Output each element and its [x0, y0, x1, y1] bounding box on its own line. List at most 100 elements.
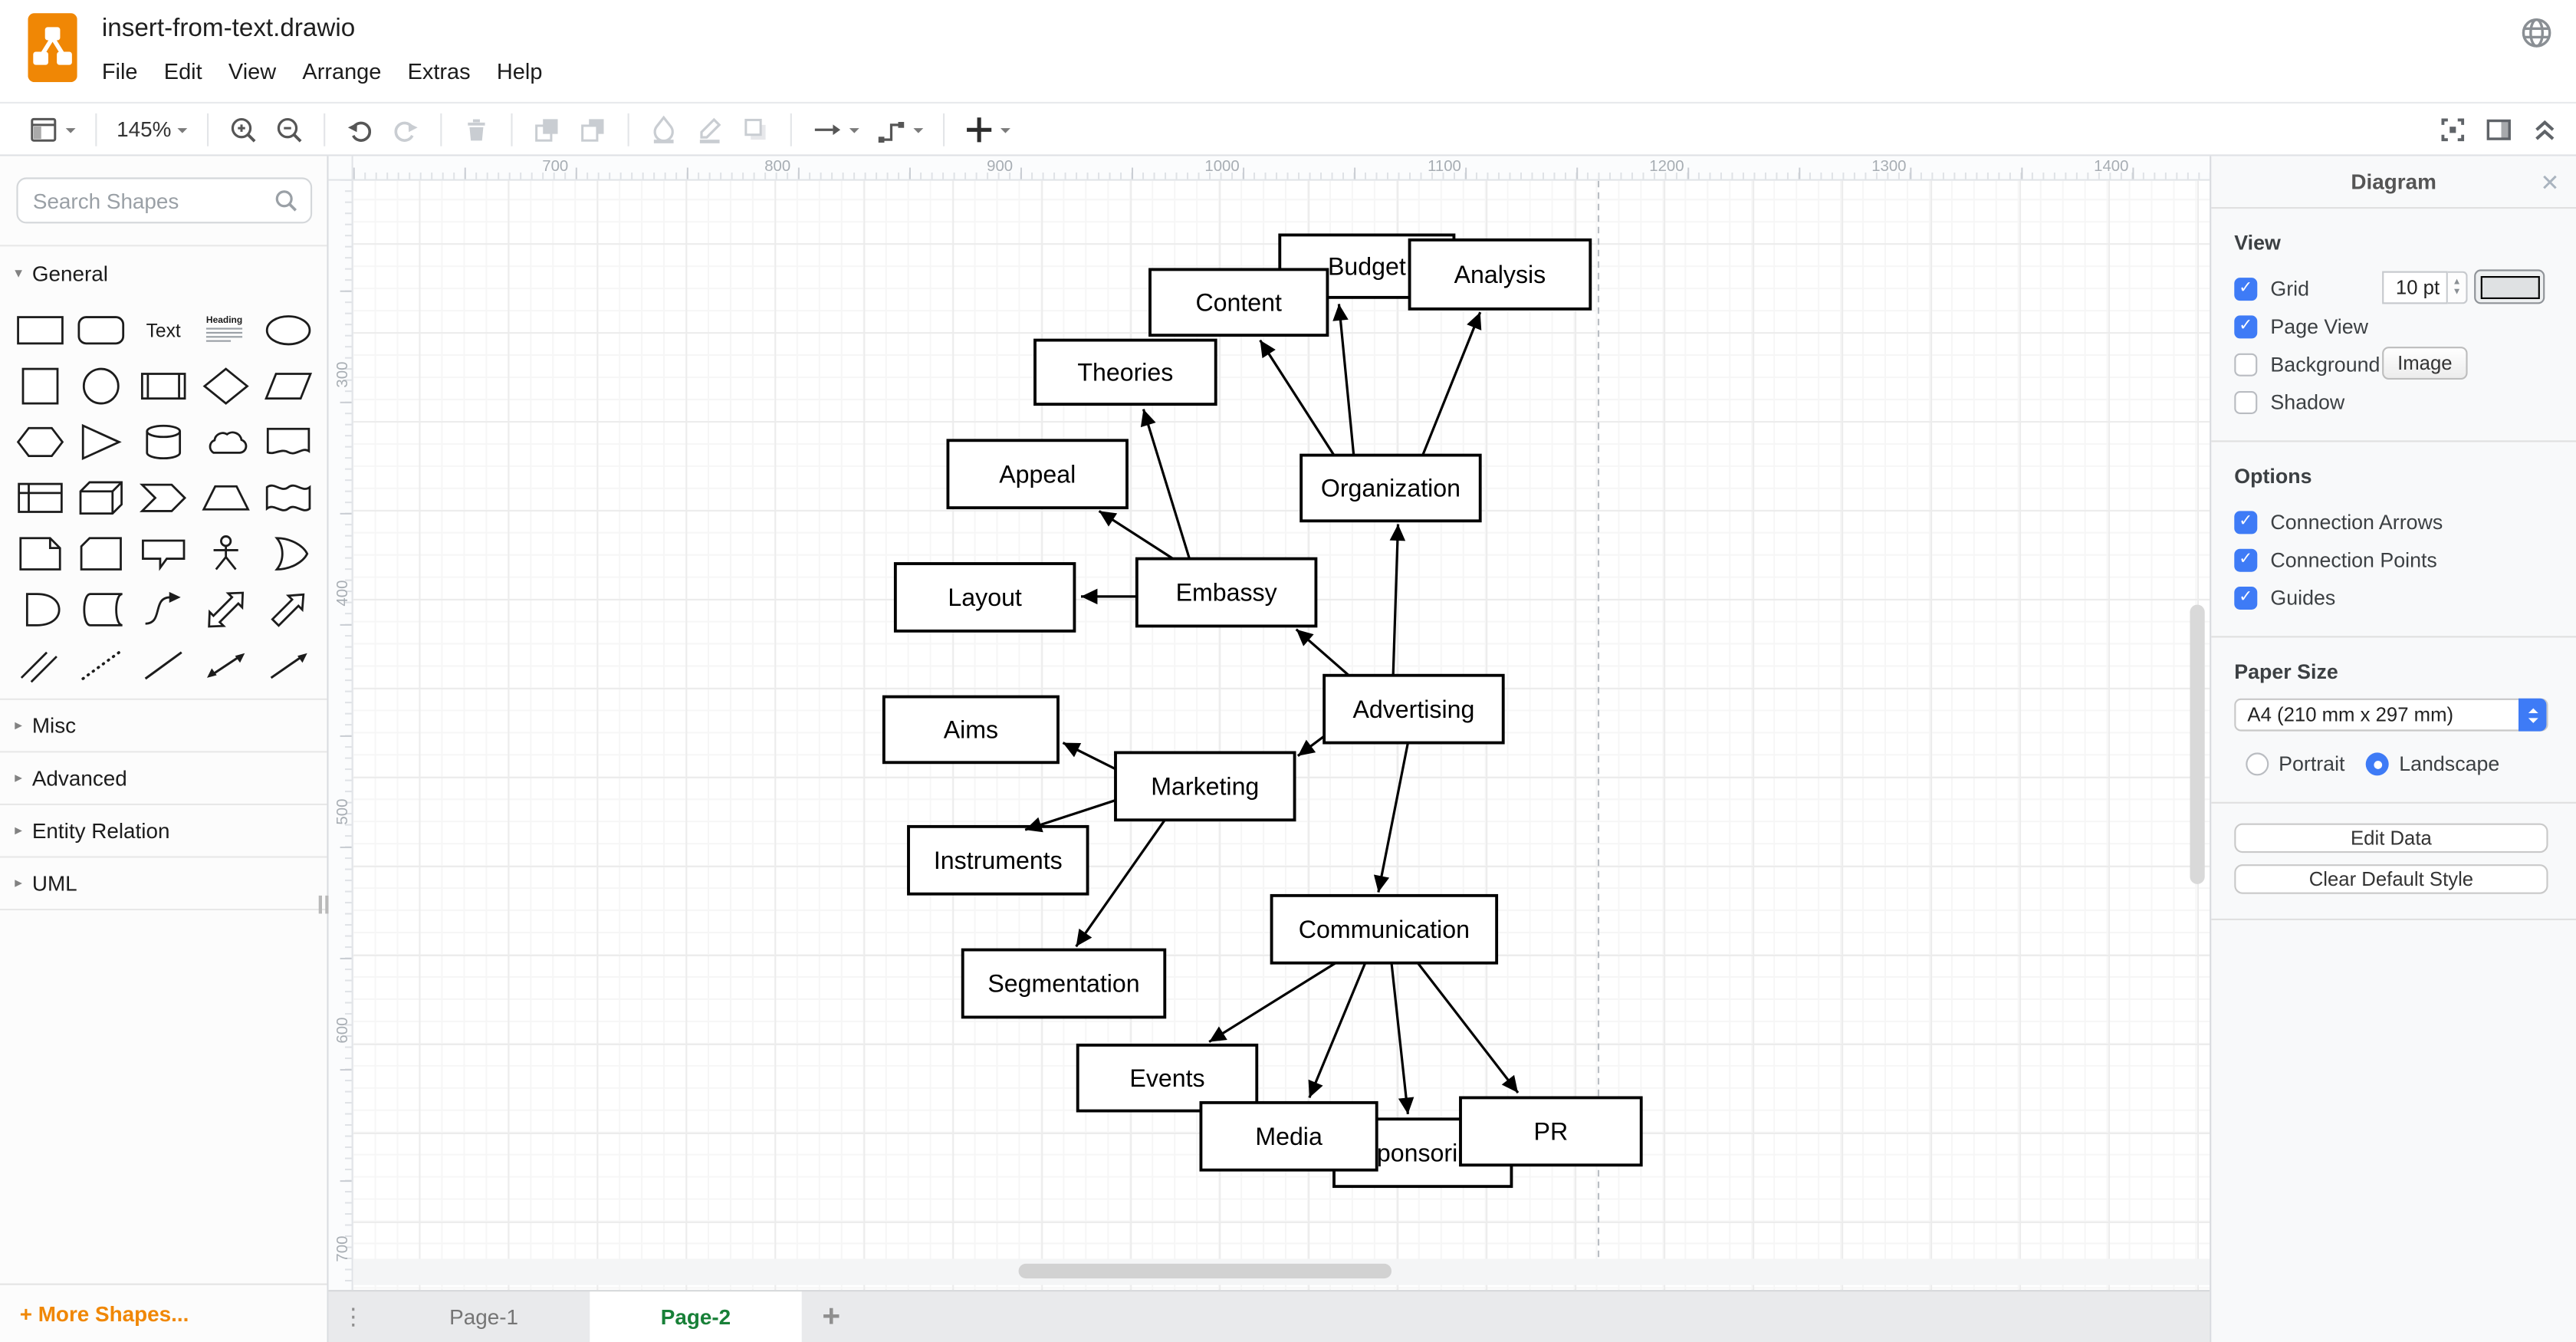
shape-parallelogram[interactable] [258, 365, 317, 406]
section-entity-relation[interactable]: ▸ Entity Relation [0, 805, 327, 858]
zoom-out-button[interactable] [274, 114, 304, 144]
shape-document[interactable] [258, 421, 317, 462]
section-advanced[interactable]: ▸ Advanced [0, 752, 327, 805]
edge-advertising-marketing[interactable] [1296, 735, 1326, 757]
more-shapes-button[interactable]: + More Shapes... [20, 1301, 189, 1326]
shape-cloud[interactable] [196, 421, 255, 462]
edge-communication-pr[interactable] [1417, 962, 1520, 1094]
to-front-button[interactable] [533, 114, 563, 144]
node-embassy[interactable]: Embassy [1135, 557, 1318, 628]
shape-internal-storage[interactable] [10, 476, 69, 518]
collapse-toolbar-icon[interactable] [2530, 115, 2560, 145]
shape-curve[interactable] [134, 588, 193, 630]
edge-organization-analysis[interactable] [1421, 311, 1482, 456]
shape-or[interactable] [258, 532, 317, 574]
zoom-in-button[interactable] [228, 114, 258, 144]
insert-button[interactable] [964, 114, 1011, 144]
shape-rounded-rectangle[interactable] [72, 309, 131, 350]
shape-line[interactable] [134, 644, 193, 686]
shape-textbox[interactable]: Heading [196, 309, 255, 350]
section-misc[interactable]: ▸ Misc [0, 700, 327, 753]
line-color-button[interactable] [695, 114, 725, 144]
undo-button[interactable] [346, 114, 376, 144]
page-tab-page-1[interactable]: Page-1 [378, 1291, 590, 1342]
node-layout[interactable]: Layout [893, 562, 1076, 633]
format-panel-toggle-icon[interactable] [2484, 115, 2514, 145]
waypoint-style-button[interactable] [876, 114, 924, 144]
menu-file[interactable]: File [102, 59, 138, 84]
section-uml[interactable]: ▸ UML [0, 858, 327, 911]
shape-circle[interactable] [72, 365, 131, 406]
zoom-level-button[interactable]: 145% [117, 117, 188, 141]
guides-checkbox[interactable]: ✓ [2234, 585, 2258, 609]
shape-tape[interactable] [258, 476, 317, 518]
node-marketing[interactable]: Marketing [1114, 751, 1296, 822]
node-aims[interactable]: Aims [882, 695, 1060, 765]
edge-organization-budget[interactable] [1332, 304, 1355, 456]
drawing-canvas[interactable]: Budget Content Analysis Theories Appeal Organ… [353, 180, 2210, 1291]
background-image-button[interactable]: Image [2382, 347, 2468, 380]
shape-directional-connector[interactable] [258, 644, 317, 686]
shape-actor[interactable] [196, 532, 255, 574]
edge-advertising-communication[interactable] [1373, 742, 1410, 893]
shape-arrow[interactable] [258, 588, 317, 630]
menu-edit[interactable]: Edit [164, 59, 202, 84]
node-communication[interactable]: Communication [1270, 893, 1499, 965]
node-events[interactable]: Events [1076, 1043, 1259, 1113]
connection-style-button[interactable] [812, 114, 860, 144]
edge-communication-media[interactable] [1308, 962, 1367, 1099]
pages-menu-button[interactable]: ⋮ [329, 1291, 378, 1342]
to-back-button[interactable] [579, 114, 609, 144]
node-theories[interactable]: Theories [1033, 338, 1217, 406]
shape-bidirectional-arrow[interactable] [196, 588, 255, 630]
background-checkbox[interactable] [2234, 352, 2258, 376]
node-advertising[interactable]: Advertising [1322, 673, 1505, 745]
node-instruments[interactable]: Instruments [907, 824, 1089, 896]
connection-arrows-checkbox[interactable]: ✓ [2234, 510, 2258, 534]
edge-marketing-segmentation[interactable] [1075, 819, 1166, 948]
menu-view[interactable]: View [228, 59, 276, 84]
shape-process[interactable] [134, 365, 193, 406]
shape-diamond[interactable] [196, 365, 255, 406]
clear-default-style-button[interactable]: Clear Default Style [2234, 864, 2548, 894]
edge-communication-events[interactable] [1208, 962, 1336, 1043]
node-organization[interactable]: Organization [1300, 453, 1482, 523]
shape-card[interactable] [72, 532, 131, 574]
menu-help[interactable]: Help [497, 59, 542, 84]
search-shapes-input[interactable] [16, 177, 313, 224]
horizontal-scrollbar[interactable] [1018, 1263, 1392, 1279]
fill-color-button[interactable] [649, 114, 679, 144]
menu-arrange[interactable]: Arrange [302, 59, 381, 84]
shape-cylinder[interactable] [134, 421, 193, 462]
node-pr[interactable]: PR [1459, 1096, 1643, 1167]
edge-advertising-organization[interactable] [1389, 524, 1406, 676]
edge-communication-sponsoring[interactable] [1390, 962, 1414, 1115]
shape-dotted-line[interactable] [72, 644, 131, 686]
page-view-checkbox[interactable]: ✓ [2234, 314, 2258, 338]
format-panel-tab-diagram[interactable]: Diagram [2351, 169, 2436, 194]
shape-text[interactable]: Text [134, 309, 193, 350]
landscape-radio[interactable] [2366, 752, 2390, 776]
close-icon[interactable]: ✕ [2540, 169, 2559, 197]
edge-organization-content[interactable] [1259, 339, 1336, 456]
redo-button[interactable] [392, 114, 422, 144]
grid-size-input[interactable] [2382, 271, 2448, 304]
grid-checkbox[interactable]: ✓ [2234, 277, 2258, 301]
shape-cube[interactable] [72, 476, 131, 518]
delete-button[interactable] [462, 114, 492, 144]
node-appeal[interactable]: Appeal [946, 439, 1129, 510]
shape-ellipse[interactable] [258, 309, 317, 350]
shape-step[interactable] [134, 476, 193, 518]
grid-color-button[interactable] [2474, 269, 2545, 304]
shape-square[interactable] [10, 365, 69, 406]
menu-extras[interactable]: Extras [408, 59, 471, 84]
fullscreen-icon[interactable] [2438, 115, 2468, 145]
node-content[interactable]: Content [1148, 268, 1329, 337]
shape-hexagon[interactable] [10, 421, 69, 462]
edge-advertising-embassy[interactable] [1295, 628, 1350, 676]
shape-and[interactable] [10, 588, 69, 630]
language-globe-icon[interactable] [2520, 16, 2553, 49]
add-page-button[interactable]: + [802, 1291, 861, 1342]
grid-size-stepper[interactable]: ▲ ▼ [2447, 271, 2468, 304]
node-media[interactable]: Media [1199, 1100, 1378, 1172]
